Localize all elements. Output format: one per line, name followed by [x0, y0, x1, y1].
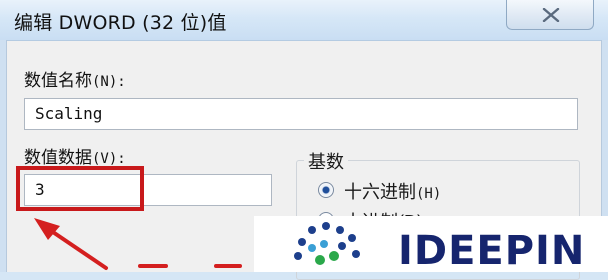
watermark-text: IDEEPIN	[398, 228, 586, 274]
watermark: IDEEPIN	[254, 216, 608, 274]
watermark-logo-icon	[294, 222, 360, 265]
